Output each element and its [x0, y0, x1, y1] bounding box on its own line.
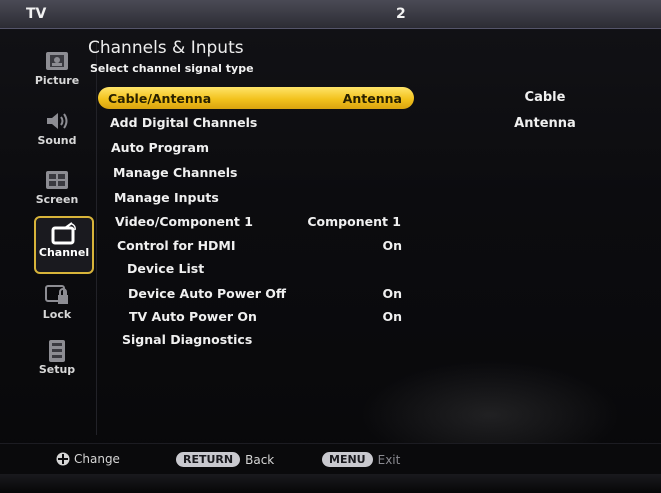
dpad-icon: [56, 452, 70, 466]
sidebar-item-sound[interactable]: Sound: [22, 106, 92, 158]
sidebar-item-setup[interactable]: Setup: [22, 335, 92, 387]
menu-item-cable-antenna[interactable]: Cable/Antenna Antenna: [98, 87, 414, 109]
exit-hint: MENU Exit: [322, 452, 400, 467]
menu-item-device-list[interactable]: Device List: [127, 257, 397, 279]
menu-item-label: Signal Diagnostics: [122, 331, 253, 347]
menu-item-label: Device List: [127, 260, 205, 276]
menu-item-manage-inputs[interactable]: Manage Inputs: [114, 186, 414, 208]
menu-item-control-for-hdmi[interactable]: Control for HDMI On: [117, 234, 402, 256]
screen-icon: [43, 169, 71, 191]
input-source-label: TV: [26, 6, 47, 22]
back-label: Back: [245, 452, 275, 467]
menu-item-label: Cable/Antenna: [108, 90, 212, 106]
menu-item-device-auto-power-off[interactable]: Device Auto Power Off On: [128, 282, 402, 304]
option-cable[interactable]: Cable: [490, 90, 600, 105]
change-hint: Change: [56, 452, 120, 466]
menu-item-signal-diagnostics[interactable]: Signal Diagnostics: [122, 328, 402, 350]
speaker-icon: [43, 110, 71, 132]
menu-key-badge: MENU: [322, 452, 373, 467]
change-label: Change: [74, 452, 120, 466]
menu-item-label: Control for HDMI: [117, 237, 236, 253]
sidebar-item-label: Lock: [42, 308, 72, 321]
menu-item-label: Manage Channels: [113, 164, 238, 180]
sidebar-item-screen[interactable]: Screen: [22, 165, 92, 217]
return-key-badge: RETURN: [176, 452, 241, 467]
picture-icon: [43, 50, 71, 72]
exit-label: Exit: [377, 452, 401, 467]
menu-item-label: Add Digital Channels: [110, 114, 258, 130]
sidebar-item-lock[interactable]: Lock: [22, 280, 92, 332]
menu-item-label: TV Auto Power On: [129, 308, 257, 324]
setup-icon: [43, 339, 71, 362]
menu-item-label: Auto Program: [111, 139, 209, 155]
menu-item-add-digital-channels[interactable]: Add Digital Channels: [110, 111, 410, 133]
back-hint: RETURN Back: [176, 452, 274, 467]
menu-item-value: Component 1: [307, 213, 401, 229]
page-title: Channels & Inputs: [88, 38, 244, 58]
menu-item-auto-program[interactable]: Auto Program: [111, 136, 411, 158]
menu-item-value: On: [382, 285, 402, 301]
sidebar-item-label: Setup: [38, 363, 76, 376]
menu-item-tv-auto-power-on[interactable]: TV Auto Power On On: [129, 305, 402, 327]
sidebar-item-label: Screen: [35, 193, 79, 206]
channel-icon: [50, 222, 78, 245]
sidebar-item-label: Channel: [38, 246, 90, 259]
tv-bezel: [0, 474, 661, 493]
option-antenna[interactable]: Antenna: [490, 116, 600, 131]
lock-icon: [43, 284, 71, 306]
menu-item-value: On: [382, 237, 402, 253]
sidebar-item-label: Sound: [37, 134, 77, 147]
page-subtitle: Select channel signal type: [90, 62, 254, 75]
sidebar-item-channel[interactable]: Channel: [34, 216, 94, 274]
category-sidebar: Picture Sound Screen Channel Lock Setup: [22, 40, 94, 400]
menu-item-manage-channels[interactable]: Manage Channels: [113, 161, 413, 183]
menu-item-value: Antenna: [342, 90, 402, 106]
menu-item-label: Device Auto Power Off: [128, 285, 287, 301]
status-bar: TV 2: [0, 0, 661, 29]
menu-item-value: On: [382, 308, 402, 324]
hint-bar: Change RETURN Back MENU Exit: [0, 443, 661, 474]
menu-item-label: Video/Component 1: [115, 213, 253, 229]
sidebar-item-label: Picture: [34, 74, 80, 87]
sidebar-divider: [96, 40, 97, 435]
menu-item-video-component[interactable]: Video/Component 1 Component 1: [115, 210, 405, 232]
channel-number: 2: [396, 6, 406, 22]
sidebar-item-picture[interactable]: Picture: [22, 46, 92, 98]
menu-item-label: Manage Inputs: [114, 189, 219, 205]
tv-screen: TV 2 Picture Sound Screen Channel Lock S…: [0, 0, 661, 493]
